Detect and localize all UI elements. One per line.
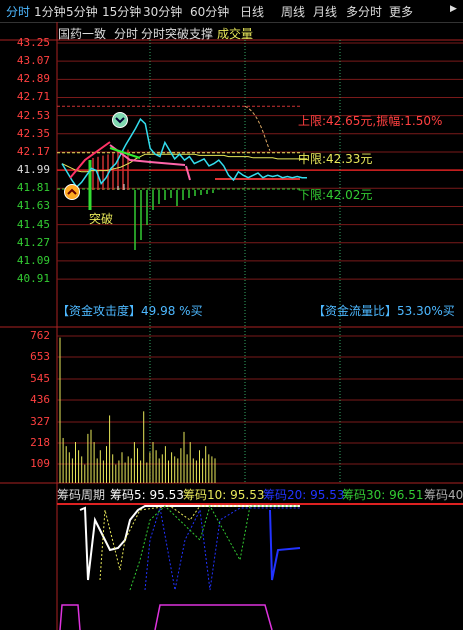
volume-tick: 218 (30, 436, 50, 449)
volume-tick: 653 (30, 350, 50, 363)
fund-flow-label: 【资金流量比】53.30%买 (313, 304, 455, 318)
chip30-line (129, 504, 300, 591)
chip-5-label: 筹码5: 95.53 (110, 488, 184, 502)
price-tick: 40.91 (16, 272, 50, 286)
volume-tick: 545 (30, 372, 50, 385)
trend-segment-pink (109, 144, 186, 166)
trend-drop (185, 165, 191, 181)
fund-attack-label: 【资金攻击度】49.98 %买 (57, 304, 203, 318)
chip-magenta-2 (154, 604, 273, 630)
volume-tick: 762 (30, 329, 50, 342)
breakout-marker-icon[interactable] (64, 184, 80, 200)
breakout-label: 突破 (89, 212, 114, 226)
price-tick: 42.35 (16, 126, 50, 140)
upper-limit-label: 上限:42.65元,振幅:1.50% (298, 114, 443, 128)
volume-tick: 436 (30, 393, 50, 406)
price-tick: 41.99 (16, 163, 50, 177)
price-tick: 42.53 (16, 108, 50, 122)
chip-40-label: 筹码40 (424, 488, 463, 502)
peak-marker-icon[interactable] (112, 112, 128, 128)
chip-20-label: 筹码20: 95.53 (263, 488, 345, 502)
chip20-solid (269, 509, 301, 581)
middle-limit-label: 中限:42.33元 (298, 152, 373, 166)
lower-limit-label: 下限:42.02元 (298, 188, 373, 202)
price-tick: 42.89 (16, 72, 50, 86)
volume-tick: 109 (30, 457, 50, 470)
upper-curve (244, 105, 271, 151)
price-tick: 41.81 (16, 181, 50, 195)
volume-tick: 327 (30, 415, 50, 428)
price-tick: 42.71 (16, 90, 50, 104)
price-tick: 41.45 (16, 217, 50, 231)
chip-magenta-1 (59, 604, 81, 630)
chip-period-title: 筹码周期 (57, 488, 106, 502)
price-tick: 42.17 (16, 144, 50, 158)
chip-10-label: 筹码10: 95.53 (183, 488, 265, 502)
price-tick: 43.25 (16, 36, 50, 49)
chip-30-label: 筹码30: 96.51 (342, 488, 424, 502)
price-tick: 41.27 (16, 235, 50, 249)
price-tick: 41.09 (16, 253, 50, 267)
price-tick: 43.07 (16, 54, 50, 68)
chip20-line (144, 507, 300, 591)
price-tick: 41.63 (16, 199, 50, 213)
